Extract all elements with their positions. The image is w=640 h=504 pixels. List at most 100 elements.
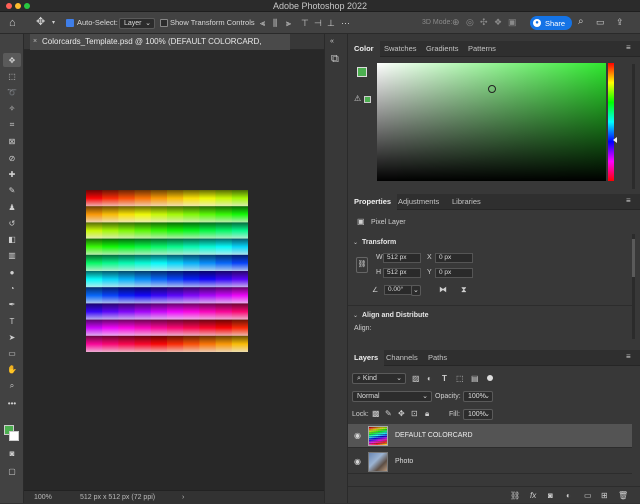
canvas-area[interactable] <box>24 50 324 490</box>
share-export-icon[interactable]: ⇪ <box>616 17 624 27</box>
panel-menu-icon[interactable]: ≡ <box>626 43 631 53</box>
collapse-arrows-icon[interactable]: « <box>330 37 334 47</box>
layer-filter-dropdown[interactable]: ⌕ Kind ⌄ <box>352 373 406 384</box>
lock-position-icon[interactable]: ✥ <box>398 409 405 419</box>
properties-scrollbar[interactable] <box>632 234 635 339</box>
filter-smart-object-icon[interactable]: ▤ <box>471 374 479 384</box>
type-tool-icon[interactable]: T <box>3 314 21 328</box>
rectangle-tool-icon[interactable]: ▭ <box>3 346 21 360</box>
path-selection-tool-icon[interactable]: ➤ <box>3 330 21 344</box>
home-icon[interactable]: ⌂ <box>9 18 16 29</box>
filter-shape-icon[interactable]: ⬚ <box>456 374 464 384</box>
close-tab-icon[interactable]: × <box>33 34 37 50</box>
hue-slider[interactable] <box>608 63 614 181</box>
chevron-down-icon[interactable]: ⌄ <box>353 239 358 246</box>
align-center-icon[interactable]: ⫼ <box>273 18 277 28</box>
zoom-tool-icon[interactable]: ⌕ <box>3 379 21 393</box>
filter-adjustment-icon[interactable]: ◐ <box>427 374 432 384</box>
hand-tool-icon[interactable]: ✋ <box>3 362 21 376</box>
dodge-tool-icon[interactable]: ◔ <box>3 281 21 295</box>
blur-tool-icon[interactable]: ● <box>3 265 21 279</box>
lock-pixels-icon[interactable]: ✎ <box>385 409 392 419</box>
tab-layers[interactable]: Layers <box>348 350 385 366</box>
color-panel-scrollbar[interactable] <box>632 64 635 189</box>
align-bottom-icon[interactable]: ⊥ <box>327 18 335 28</box>
filter-pixel-icon[interactable]: ▨ <box>412 374 420 384</box>
saturation-brightness-field[interactable] <box>377 63 606 181</box>
new-layer-icon[interactable]: ⊞ <box>601 491 608 501</box>
chevron-down-icon[interactable]: ▾ <box>52 18 55 28</box>
tab-adjustments[interactable]: Adjustments <box>392 194 445 210</box>
orbit-3d-icon[interactable]: ⊕ <box>452 17 460 27</box>
layer-row[interactable]: ◉ DEFAULT COLORCARD <box>348 424 632 448</box>
fill-field[interactable]: 100% ⌄ <box>463 409 493 420</box>
height-field[interactable]: 512 px <box>383 268 421 278</box>
adjustment-layer-icon[interactable]: ◐ <box>566 491 571 501</box>
screen-mode-icon[interactable]: ▢ <box>3 464 21 478</box>
roll-3d-icon[interactable]: ◎ <box>466 17 474 27</box>
tab-patterns[interactable]: Patterns <box>462 41 502 57</box>
chevron-down-icon[interactable]: ⌄ <box>353 312 358 319</box>
layer-row[interactable]: ◉ Photo <box>348 450 632 474</box>
lock-all-icon[interactable]: 🔒︎ <box>425 409 429 419</box>
background-color-swatch[interactable] <box>9 431 19 441</box>
align-left-icon[interactable]: ⫷ <box>260 18 265 28</box>
align-top-icon[interactable]: ⊤ <box>301 18 309 28</box>
link-layers-icon[interactable]: ⛓ <box>510 491 520 501</box>
healing-brush-tool-icon[interactable]: ✚ <box>3 167 21 181</box>
eye-icon[interactable]: ◉ <box>354 431 361 440</box>
history-icon[interactable]: ⧉ <box>331 54 339 65</box>
frame-tool-icon[interactable]: ⊠ <box>3 134 21 148</box>
colorcard-image[interactable] <box>86 190 249 353</box>
new-group-icon[interactable]: ▭ <box>584 491 592 501</box>
trash-icon[interactable]: 🗑︎ <box>618 491 628 501</box>
stamp-tool-icon[interactable]: ♟ <box>3 200 21 214</box>
tab-gradients[interactable]: Gradients <box>420 41 465 57</box>
auto-select-checkbox[interactable] <box>66 19 74 27</box>
tab-paths[interactable]: Paths <box>422 350 453 366</box>
layer-name[interactable]: DEFAULT COLORCARD <box>395 432 473 439</box>
tab-libraries[interactable]: Libraries <box>446 194 487 210</box>
filter-type-icon[interactable]: T <box>442 374 447 384</box>
opacity-field[interactable]: 100% ⌄ <box>463 391 493 402</box>
flip-vertical-icon[interactable]: ⧗ <box>461 285 467 295</box>
filter-toggle-icon[interactable] <box>487 375 493 381</box>
auto-select-dropdown[interactable]: Layer ⌄ <box>119 18 155 29</box>
lock-transparent-icon[interactable]: ▩ <box>372 409 380 419</box>
y-field[interactable]: 0 px <box>435 268 473 278</box>
color-picker-handle[interactable] <box>487 84 496 93</box>
more-tools-icon[interactable]: ••• <box>3 396 21 410</box>
gamut-swatch[interactable] <box>364 96 371 103</box>
eye-icon[interactable]: ◉ <box>354 457 361 466</box>
angle-dropdown[interactable]: ⌄ <box>411 285 421 296</box>
panel-menu-icon[interactable]: ≡ <box>626 352 631 362</box>
share-button[interactable]: ● Share <box>530 16 572 30</box>
history-brush-tool-icon[interactable]: ↺ <box>3 216 21 230</box>
magic-wand-tool-icon[interactable]: ✧ <box>3 101 21 115</box>
link-icon[interactable]: ⛓ <box>356 257 368 273</box>
tab-properties[interactable]: Properties <box>348 194 398 210</box>
document-tab[interactable]: × Colorcards_Template.psd @ 100% (DEFAUL… <box>30 34 290 62</box>
align-right-icon[interactable]: ⫸ <box>286 18 291 28</box>
workspace-icon[interactable]: ▭ <box>596 17 605 27</box>
search-icon[interactable]: ⌕ <box>578 17 584 27</box>
width-field[interactable]: 512 px <box>383 253 421 263</box>
hue-slider-handle[interactable] <box>613 137 617 143</box>
distribute-icon[interactable]: ⋯ <box>341 18 350 28</box>
blend-mode-dropdown[interactable]: Normal ⌄ <box>352 391 432 402</box>
quick-mask-icon[interactable]: ◙ <box>3 446 21 460</box>
tab-channels[interactable]: Channels <box>380 350 424 366</box>
align-middle-icon[interactable]: ⊣ <box>314 18 322 28</box>
flip-horizontal-icon[interactable]: ⧓ <box>439 285 447 295</box>
add-mask-icon[interactable]: ◙ <box>548 491 553 501</box>
fx-icon[interactable]: fx <box>530 491 536 501</box>
crop-tool-icon[interactable]: ⌗ <box>3 118 21 132</box>
x-field[interactable]: 0 px <box>435 253 473 263</box>
move-tool-icon[interactable]: ✥ <box>36 17 45 28</box>
layer-name[interactable]: Photo <box>395 458 413 465</box>
tab-color[interactable]: Color <box>348 41 380 57</box>
chevron-right-icon[interactable]: › <box>182 491 184 504</box>
angle-field[interactable]: 0.00° <box>384 285 412 295</box>
drag-3d-icon[interactable]: ✣ <box>480 17 488 27</box>
pen-tool-icon[interactable]: ✒ <box>3 297 21 311</box>
